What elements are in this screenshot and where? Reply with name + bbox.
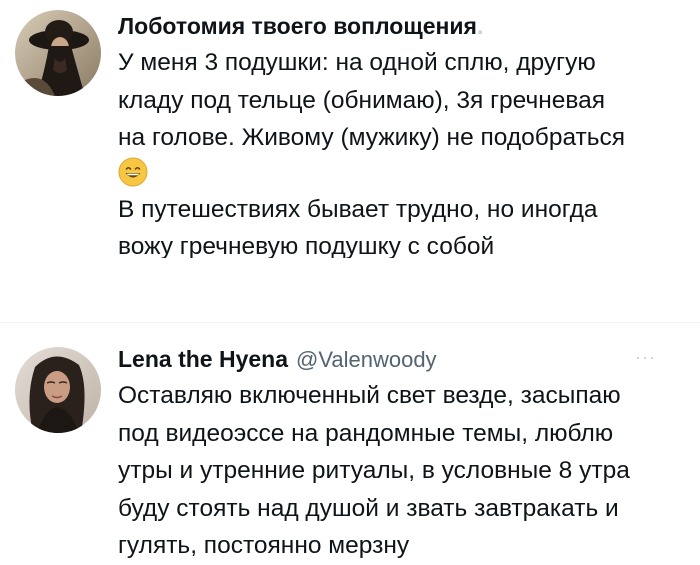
tweet-text-line: под видеоэссе на рандомные темы, люблю (118, 419, 614, 447)
tweet-text-line: У меня 3 подушки: на одной сплю, другую (118, 49, 596, 76)
author-handle[interactable]: @Valenwoody (296, 347, 437, 372)
author-name[interactable]: Lena the Hyena (118, 346, 288, 372)
tweet-text-line: гулять, постоянно мерзну (118, 532, 410, 559)
tweet-text-line: Оставляю включенный свет везде, засыпаю (118, 382, 621, 409)
author-name-faded: . (476, 13, 484, 39)
tweet-text: У меня 3 подушки: на одной сплю, другую … (118, 44, 690, 258)
avatar-photo (15, 10, 101, 96)
tweet-text-line: вожу гречневую подушку с собой (118, 233, 495, 258)
more-options-icon[interactable]: ··· (635, 339, 656, 375)
grinning-face-with-smiling-eyes-icon (118, 157, 148, 186)
emoji-line (118, 157, 690, 191)
avatar[interactable] (15, 347, 101, 433)
tweet-text: Оставляю включенный свет везде, засыпаю … (118, 377, 690, 565)
author-name[interactable]: Лоботомия твоего воплощения (118, 13, 477, 39)
avatar[interactable] (15, 10, 101, 96)
tweet-text-line: утры и утренние ритуалы, в условные 8 ут… (118, 457, 630, 484)
avatar-photo (15, 347, 101, 433)
tweet-text-line: на голове. Живому (мужику) не подобратьс… (118, 124, 626, 151)
tweet-text-line: В путешествиях бывает трудно, но иногда (118, 195, 598, 223)
tweet-header: Lena the Hyena @Valenwoody ··· (118, 341, 690, 377)
tweet[interactable]: Лоботомия твоего воплощения. У меня 3 по… (0, 0, 700, 322)
tweet-header: Лоботомия твоего воплощения. (118, 8, 690, 44)
tweet[interactable]: Lena the Hyena @Valenwoody ··· Оставляю в… (0, 323, 700, 559)
tweet-text-line: буду стоять над душой и звать завтракать… (118, 494, 619, 522)
tweet-text-line: кладу под тельце (обнимаю), 3я гречневая (118, 86, 606, 114)
